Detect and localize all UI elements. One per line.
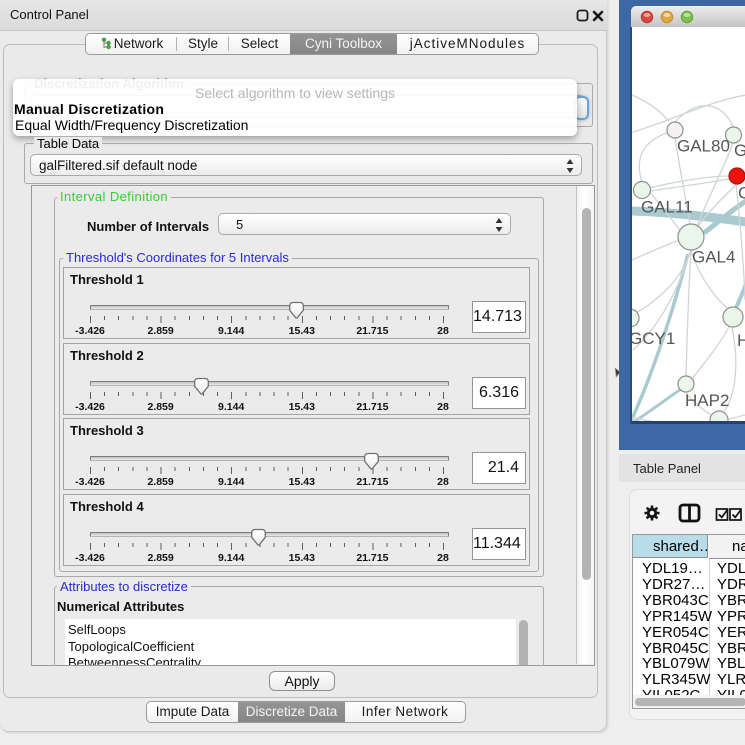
- svg-text:C: C: [738, 184, 745, 203]
- svg-text:GA: GA: [734, 141, 745, 160]
- svg-text:GAL11: GAL11: [641, 198, 693, 217]
- svg-text:H: H: [737, 331, 745, 350]
- svg-text:GCY1: GCY1: [632, 329, 675, 348]
- svg-text:HAP2: HAP2: [685, 391, 729, 410]
- svg-text:GAL80: GAL80: [677, 137, 730, 156]
- svg-text:GAL4: GAL4: [692, 248, 735, 267]
